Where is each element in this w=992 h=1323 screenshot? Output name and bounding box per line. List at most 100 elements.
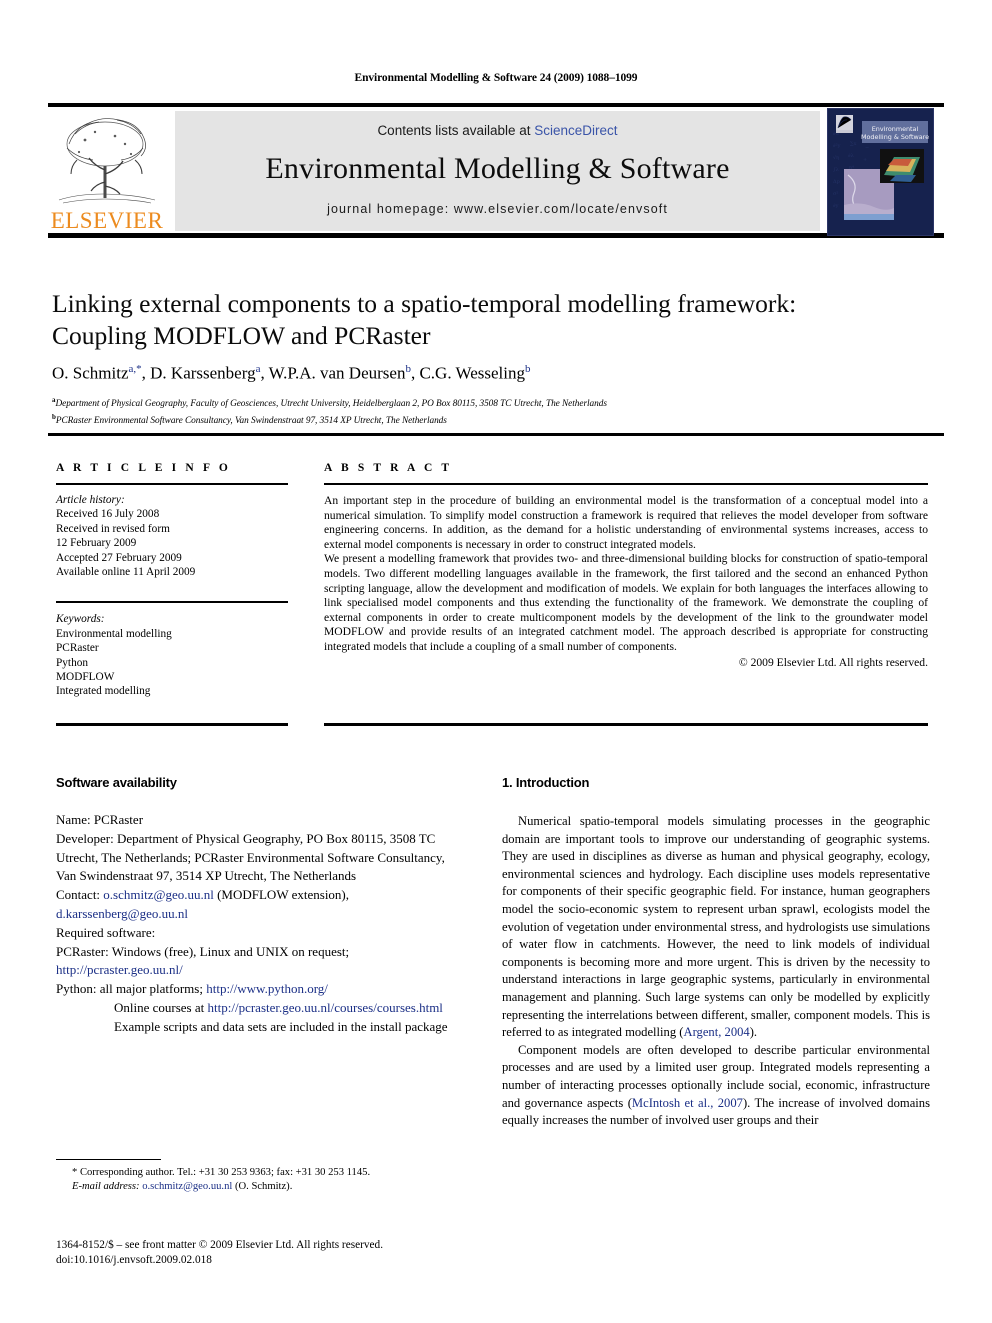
author-name: O. Schmitz: [52, 363, 129, 383]
pcraster-requirement-line: PCRaster: Windows (free), Linux and UNIX…: [56, 943, 460, 981]
keyword-item: Python: [56, 656, 89, 669]
software-availability-section: Software availability Name: PCRaster Dev…: [56, 775, 460, 1037]
sciencedirect-link[interactable]: ScienceDirect: [534, 123, 617, 138]
contact-email-1-note: (MODFLOW extension),: [217, 887, 350, 903]
footnote-email[interactable]: o.schmitz@geo.uu.nl: [142, 1181, 232, 1192]
svg-text:∂y: ∂y: [833, 203, 839, 209]
author-marks: a: [255, 363, 261, 375]
introduction-heading: 1. Introduction: [502, 775, 590, 790]
running-head: Environmental Modelling & Software 24 (2…: [354, 72, 638, 84]
keywords-block: Keywords: Environmental modelling PCRast…: [56, 612, 288, 698]
svg-text:−: −: [865, 145, 869, 151]
author-name: C.G. Wesseling: [419, 363, 525, 383]
software-developer-line: Developer: Department of Physical Geogra…: [56, 830, 460, 886]
svg-text:Environmental: Environmental: [872, 125, 919, 133]
introduction-paragraph: Numerical spatio-temporal models simulat…: [502, 813, 930, 1042]
affiliation-a-text: Department of Physical Geography, Facult…: [55, 399, 607, 410]
affiliation-a: aDepartment of Physical Geography, Facul…: [52, 394, 932, 411]
contact-email-2[interactable]: d.karssenberg@geo.uu.nl: [56, 906, 188, 921]
article-info-section: A R T I C L E I N F O Article history: R…: [56, 462, 288, 699]
journal-homepage-link[interactable]: journal homepage: www.elsevier.com/locat…: [327, 202, 668, 216]
elsevier-logo: ELSEVIER: [48, 110, 166, 232]
history-item: Accepted 27 February 2009: [56, 551, 182, 564]
introduction-body: Numerical spatio-temporal models simulat…: [502, 813, 930, 1130]
contact-email-1[interactable]: o.schmitz@geo.uu.nl: [103, 887, 214, 902]
software-availability-heading: Software availability: [56, 775, 177, 790]
affiliations: aDepartment of Physical Geography, Facul…: [52, 394, 932, 427]
doi-line: doi:10.1016/j.envsoft.2009.02.018: [56, 1254, 212, 1266]
paper-page: Environmental Modelling & Software 24 (2…: [0, 0, 992, 1323]
citation-mcintosh-2007[interactable]: McIntosh et al., 2007: [632, 1096, 743, 1110]
svg-text:∫λ: ∫λ: [833, 167, 840, 173]
history-item: Received 16 July 2008: [56, 508, 160, 521]
online-courses-prefix: Online courses at: [114, 999, 205, 1015]
pcraster-url[interactable]: http://pcraster.geo.uu.nl/: [56, 962, 183, 977]
software-availability-body: Name: PCRaster Developer: Department of …: [56, 811, 460, 1037]
abstract-paragraph: We present a modelling framework that pr…: [324, 552, 928, 653]
page-footer: 1364-8152/$ – see front matter © 2009 El…: [56, 1238, 486, 1268]
abstract-bottom-rule: [324, 723, 928, 726]
courses-url[interactable]: http://pcraster.geo.uu.nl/courses/course…: [208, 1000, 443, 1015]
svg-text:√η: √η: [833, 155, 839, 161]
elsevier-wordmark: ELSEVIER: [50, 208, 164, 233]
title-line-2: Coupling MODFLOW and PCRaster: [52, 321, 431, 350]
keywords-rule: [56, 601, 288, 604]
keyword-item: Integrated modelling: [56, 685, 151, 698]
introduction-section: 1. Introduction Numerical spatio-tempora…: [502, 775, 930, 1130]
journal-cover-thumbnail: ∂u=λ ∂²y∑x− √η∂λ+ ∫λη⁴ Δp∂t σ²∑ ∂yλ⁷ Env…: [827, 108, 934, 236]
abstract-heading: A B S T R A C T: [324, 462, 453, 474]
abstract-body: An important step in the procedure of bu…: [324, 494, 928, 670]
elsevier-tree-icon: [58, 118, 156, 204]
author-marks: b: [405, 363, 411, 375]
introduction-paragraph-text: Numerical spatio-temporal models simulat…: [502, 814, 930, 1040]
author-block-rule: [48, 433, 944, 436]
citation-argent-2004[interactable]: Argent, 2004: [683, 1025, 749, 1039]
history-item: 12 February 2009: [56, 537, 137, 550]
contents-prefix: Contents lists available at: [377, 123, 535, 138]
required-software-label: Required software:: [56, 924, 156, 940]
keyword-item: Environmental modelling: [56, 627, 172, 640]
keyword-item: PCRaster: [56, 642, 99, 655]
footnote-block: * Corresponding author. Tel.: +31 30 253…: [56, 1166, 476, 1194]
author-list: O. Schmitza,*, D. Karssenberga, W.P.A. v…: [52, 363, 531, 383]
footnote-rule: [56, 1159, 161, 1160]
python-requirement-text: Python: all major platforms;: [56, 981, 203, 997]
article-info-heading: A R T I C L E I N F O: [56, 462, 231, 474]
author-marks: a,*: [128, 363, 142, 375]
software-contact-label: Contact:: [56, 887, 101, 903]
article-info-bottom-rule: [56, 723, 288, 726]
svg-text:σ²: σ²: [833, 191, 838, 197]
title-line-1: Linking external components to a spatio-…: [52, 289, 797, 318]
author-marks: b: [524, 363, 531, 375]
online-courses-line: Online courses at http://pcraster.geo.uu…: [56, 999, 460, 1018]
journal-title: Environmental Modelling & Software: [265, 152, 730, 185]
author-name: D. Karssenberg: [150, 363, 256, 383]
svg-text:∂²y: ∂²y: [833, 143, 841, 149]
svg-text:∑x: ∑x: [850, 141, 857, 147]
affiliation-b: bPCRaster Environmental Software Consult…: [52, 411, 932, 428]
page-title: Linking external components to a spatio-…: [52, 288, 922, 352]
example-scripts-note: Example scripts and data sets are includ…: [114, 1018, 448, 1034]
abstract-paragraph: An important step in the procedure of bu…: [324, 494, 928, 551]
python-requirement-line: Python: all major platforms; http://www.…: [56, 980, 460, 999]
python-url[interactable]: http://www.python.org/: [206, 981, 328, 996]
footnote-email-suffix: (O. Schmitz).: [234, 1181, 293, 1193]
pcraster-requirement-text: PCRaster: Windows (free), Linux and UNIX…: [56, 943, 350, 959]
history-item: Available online 11 April 2009: [56, 566, 196, 579]
contents-available-line: Contents lists available at ScienceDirec…: [377, 123, 617, 138]
abstract-section: A B S T R A C T An important step in the…: [324, 462, 928, 670]
masthead-bottom-rule: [48, 233, 944, 238]
article-info-rule: [56, 483, 288, 485]
abstract-copyright: © 2009 Elsevier Ltd. All rights reserved…: [738, 655, 928, 669]
masthead-top-rule: [48, 103, 944, 107]
affiliation-b-text: PCRaster Environmental Software Consulta…: [55, 415, 447, 426]
software-contact-line: Contact: o.schmitz@geo.uu.nl (MODFLOW ex…: [56, 886, 460, 924]
issn-copyright-line: 1364-8152/$ – see front matter © 2009 El…: [56, 1239, 384, 1251]
author-name: W.P.A. van Deursen: [268, 363, 406, 383]
software-developer-label: Developer:: [56, 830, 114, 846]
abstract-rule: [324, 483, 928, 485]
svg-text:Δp: Δp: [833, 179, 840, 185]
software-name-line: Name: PCRaster: [56, 811, 460, 830]
svg-text:Modelling & Software: Modelling & Software: [861, 133, 929, 141]
